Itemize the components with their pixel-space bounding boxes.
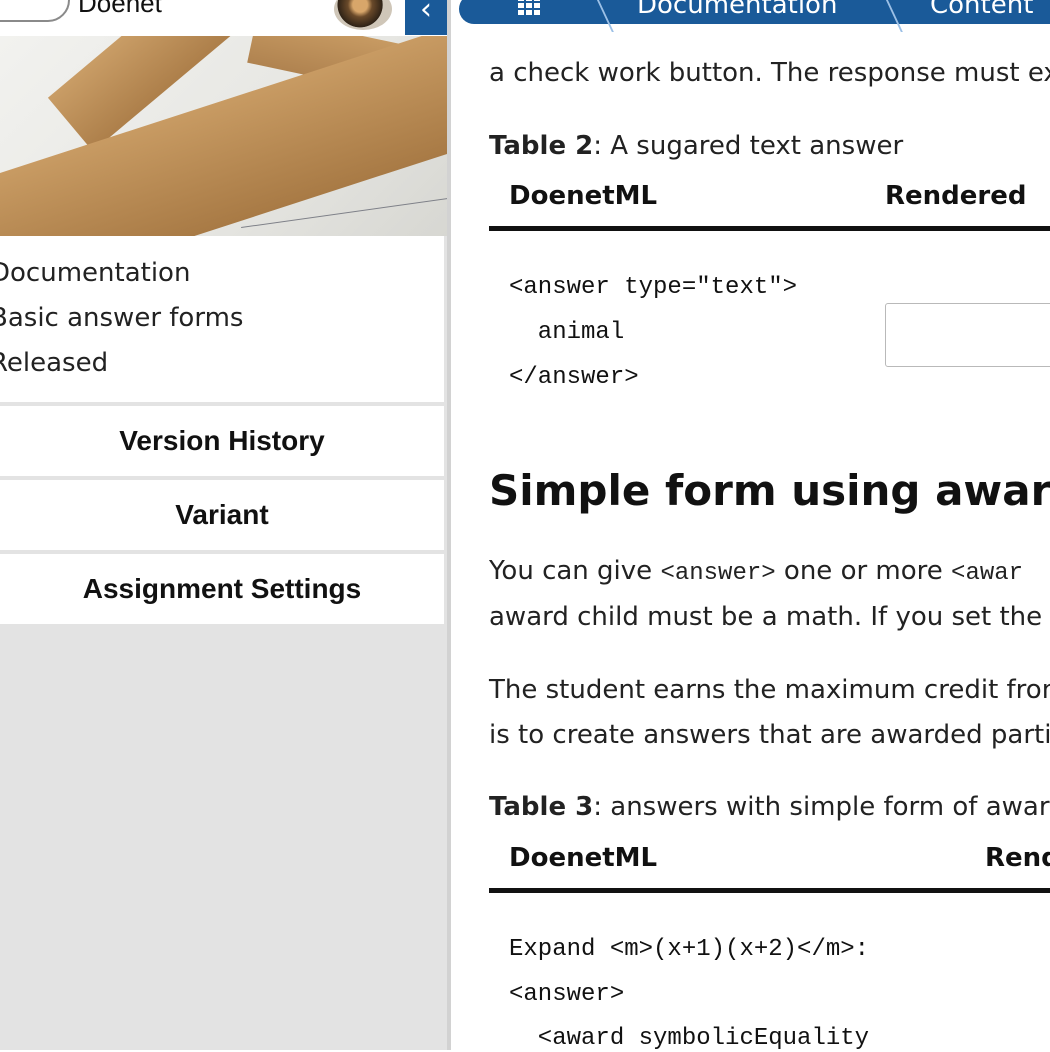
- para2-line1: The student earns the maximum credit fro…: [489, 675, 1050, 705]
- assignment-settings-button[interactable]: Assignment Settings: [0, 554, 444, 624]
- para1-line1: You can give <answer> one or more <awar: [489, 556, 1024, 587]
- table2-caption-label: Table 2: [489, 131, 594, 161]
- panel-divider[interactable]: [447, 0, 451, 1050]
- section-title: Simple form using award: [489, 466, 1050, 515]
- main-content: a check work button. The response must e…: [489, 0, 1050, 1052]
- info-folder: Documentation: [0, 258, 191, 288]
- activity-info: Documentation Basic answer forms Release…: [0, 236, 444, 402]
- table3-header-rendered: Rend: [985, 843, 1050, 873]
- left-panel: Doenet ‹ Documentation Basic answer form…: [0, 0, 447, 1050]
- para1-line2: award child must be a math. If you set t…: [489, 602, 1050, 632]
- code-line: </answer>: [509, 364, 639, 391]
- chevron-left-icon: ‹: [420, 0, 432, 27]
- variant-button[interactable]: Variant: [0, 480, 444, 550]
- doenet-logo[interactable]: [0, 0, 70, 22]
- table3-rule: [489, 888, 1050, 893]
- collapse-panel-button[interactable]: ‹: [405, 0, 447, 35]
- table2-rule: [489, 226, 1050, 231]
- table2-header-rendered: Rendered: [885, 181, 1027, 211]
- brand-name: Doenet: [78, 0, 162, 18]
- info-title: Basic answer forms: [0, 303, 244, 333]
- table2-caption-text: : A sugared text answer: [593, 131, 904, 161]
- code-line: <answer type="text">: [509, 274, 798, 301]
- version-history-button[interactable]: Version History: [0, 406, 444, 476]
- user-avatar[interactable]: [334, 0, 392, 30]
- info-status: Released: [0, 348, 109, 378]
- activity-cover-image: [0, 36, 447, 236]
- code-line: animal: [509, 319, 625, 346]
- code-line: Expand <m>(x+1)(x+2)</m>:: [509, 936, 870, 963]
- code-line: <award symbolicEquality: [509, 1025, 870, 1052]
- code-line: <answer>: [509, 981, 625, 1008]
- table3-caption-text: : answers with simple form of award: [593, 792, 1050, 822]
- inline-code: <answer>: [660, 560, 776, 587]
- table2-header-doenetml: DoenetML: [509, 181, 658, 211]
- text-answer-input[interactable]: [885, 303, 1050, 367]
- table3-caption: Table 3: answers with simple form of awa…: [489, 792, 1050, 822]
- table2-caption: Table 2: A sugared text answer: [489, 131, 903, 161]
- app-header: Doenet ‹: [0, 0, 447, 36]
- para2-line2: is to create answers that are awarded pa…: [489, 720, 1050, 750]
- inline-code: <awar: [951, 560, 1024, 587]
- table3-header-doenetml: DoenetML: [509, 843, 658, 873]
- table3-caption-label: Table 3: [489, 792, 594, 822]
- intro-text: a check work button. The response must e…: [489, 58, 1050, 88]
